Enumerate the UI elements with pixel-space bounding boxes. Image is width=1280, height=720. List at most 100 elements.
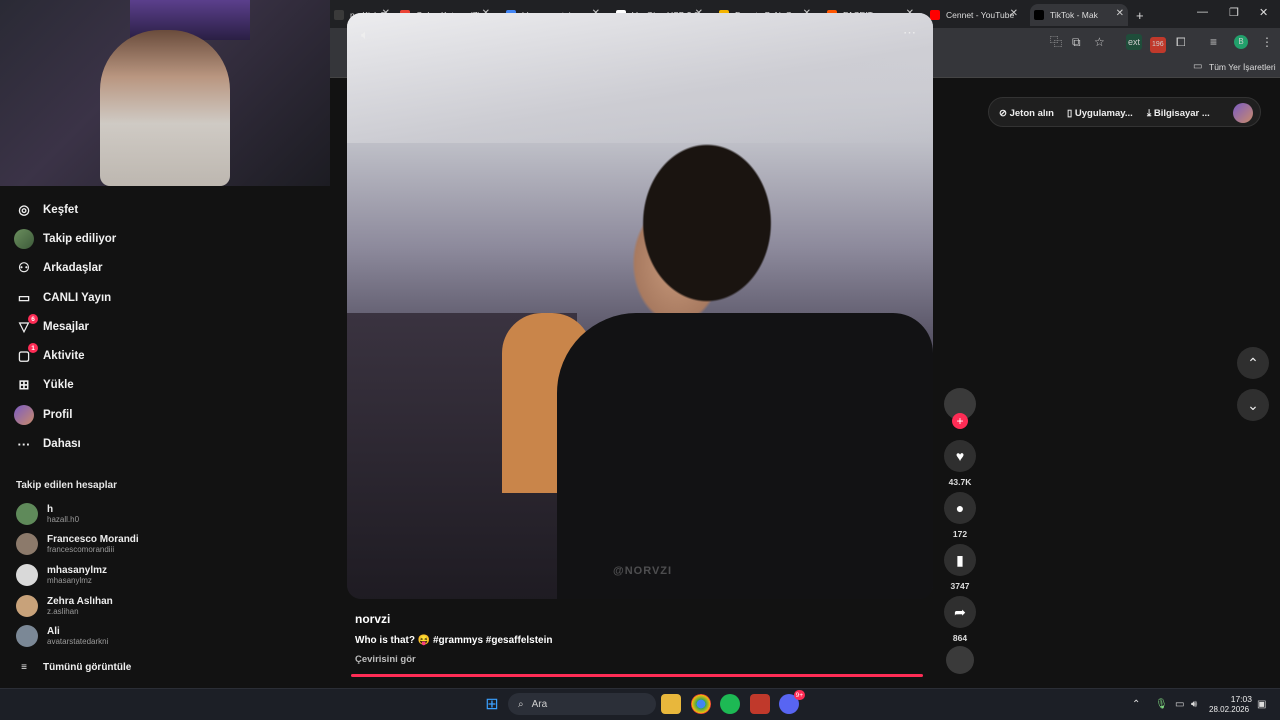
messages-icon: ▽ 6: [16, 314, 38, 335]
heart-icon: ♥: [955, 448, 965, 464]
follow-plus-button[interactable]: +: [952, 413, 968, 429]
account-handle: francescomorandiii: [47, 544, 115, 554]
video-ceiling: [347, 13, 933, 143]
like-button[interactable]: ♥: [944, 440, 976, 472]
notification-icon[interactable]: ▣: [1257, 699, 1266, 710]
share-button[interactable]: ➦: [944, 596, 976, 628]
account-name: h: [47, 503, 54, 515]
previous-video-button[interactable]: ⌃: [1237, 347, 1269, 379]
following-account[interactable]: h hazall.h0: [16, 501, 79, 527]
speaker-icon[interactable]: 🔊︎: [1191, 699, 1197, 710]
profile-avatar[interactable]: B: [1234, 35, 1248, 49]
sidebar-item-label: Aktivite: [43, 350, 85, 362]
account-handle: hazall.h0: [47, 514, 80, 524]
video-player[interactable]: 🔈︎ ⋯ @NORVZI: [347, 13, 933, 599]
minimize-icon[interactable]: —: [1197, 6, 1208, 18]
sidebar-item-9[interactable]: ··· Dahası: [16, 434, 81, 454]
sidebar-item-8[interactable]: Profil: [14, 405, 72, 425]
download-icon: ⤓: [1147, 108, 1152, 119]
user-avatar[interactable]: [1233, 103, 1253, 123]
following-account[interactable]: Francesco Morandi francescomorandiii: [16, 531, 139, 557]
video-more-icon[interactable]: ⋯: [903, 25, 916, 41]
video-progress-bar[interactable]: [351, 674, 924, 677]
file-explorer-icon[interactable]: [661, 694, 681, 714]
video-author[interactable]: norvzi: [355, 612, 390, 626]
account-name: Zehra Aslıhan: [47, 595, 113, 607]
cast-icon[interactable]: ⧉: [1072, 34, 1081, 50]
coins-button[interactable]: ⊘ Jeton alın: [999, 108, 1054, 119]
video-watermark: @NORVZI: [613, 565, 673, 577]
account-avatar: [16, 595, 38, 617]
sidebar-item-6[interactable]: ▢ 1 Aktivite: [16, 343, 85, 366]
get-app-button[interactable]: ▯ Uygulamay...: [1067, 108, 1133, 119]
bookmark-star-icon[interactable]: ☆: [1094, 34, 1105, 50]
comment-button[interactable]: ●: [944, 492, 976, 524]
sidebar-item-4[interactable]: ▭ CANLI Yayın: [16, 288, 111, 308]
menu-kebab-icon[interactable]: ⋮: [1261, 34, 1273, 50]
save-button[interactable]: ▮: [944, 544, 976, 576]
voicemeeter-icon[interactable]: [750, 694, 770, 714]
account-handle: z.aslihan: [47, 606, 79, 616]
maximize-icon[interactable]: ❐: [1229, 6, 1239, 19]
chrome-icon[interactable]: [691, 694, 711, 714]
tab-close-icon[interactable]: ✕: [1010, 8, 1018, 19]
volume-icon[interactable]: 🔈︎: [361, 27, 369, 43]
extension-icon[interactable]: ext: [1126, 34, 1143, 50]
network-icon[interactable]: ▭: [1175, 699, 1184, 710]
sidebar-item-5[interactable]: ▽ 6 Mesajlar: [16, 314, 89, 337]
tab-favicon-icon: [334, 10, 344, 20]
see-all-following-link[interactable]: ≡ Tümünü görüntüle: [16, 657, 131, 677]
following-account[interactable]: Zehra Aslıhan z.aslihan: [16, 593, 113, 619]
taskbar-search[interactable]: ⌕ Ara: [508, 693, 656, 715]
sidebar-item-1[interactable]: ◎ Keşfet: [16, 200, 78, 220]
following-account[interactable]: mhasanylmz mhasanylmz: [16, 562, 107, 588]
close-window-icon[interactable]: ✕: [1259, 6, 1268, 19]
translate-link[interactable]: Çevirisini gör: [355, 654, 416, 665]
sidebar-item-label: Arkadaşlar: [43, 262, 103, 274]
icon-glyph: ⊞: [18, 377, 30, 392]
tab-7[interactable]: Cennet - YouTube ✕: [926, 4, 1022, 26]
webcam-overlay: [0, 0, 330, 186]
tray-chevron-icon[interactable]: ⌃: [1132, 699, 1140, 710]
account-avatar: [16, 564, 38, 586]
sidebar-item-7[interactable]: ⊞ Yükle: [16, 375, 74, 395]
tab-8[interactable]: TikTok - Mak ✕: [1030, 4, 1128, 26]
sidebar-item-label: Dahası: [43, 438, 81, 450]
microphone-icon[interactable]: 🎙︎: [1155, 699, 1168, 710]
tab-label: Cennet - YouTube: [946, 10, 1015, 20]
upload-icon: ⊞: [16, 377, 32, 393]
desktop-app-button[interactable]: ⤓ Bilgisayar ...: [1147, 108, 1210, 119]
share-count: 864: [952, 633, 968, 643]
translate-icon[interactable]: ⿻: [1050, 34, 1062, 50]
icon-glyph: ⚇: [18, 260, 30, 275]
clock-time[interactable]: 17:03: [1226, 694, 1252, 704]
sound-disc-icon[interactable]: [946, 646, 974, 674]
folder-icon: ▭: [1193, 61, 1203, 72]
discord-icon[interactable]: 9+: [779, 690, 805, 714]
account-name: Francesco Morandi: [47, 533, 139, 545]
extension-badge-icon[interactable]: 196: [1150, 37, 1166, 53]
account-avatar: [16, 533, 38, 555]
account-handle: avatarstatedarkni: [47, 636, 109, 646]
list-icon: ≡: [21, 661, 27, 673]
tab-close-icon[interactable]: ✕: [1116, 8, 1124, 19]
all-bookmarks-link[interactable]: Tüm Yer İşaretleri: [1209, 62, 1276, 72]
windows-start-icon[interactable]: ⊞: [482, 694, 502, 714]
next-video-button[interactable]: ⌄: [1237, 389, 1269, 421]
following-avatar: [14, 229, 34, 249]
desktop-app-label: Bilgisayar ...: [1153, 108, 1210, 119]
sidebar-item-3[interactable]: ⚇ Arkadaşlar: [16, 258, 102, 278]
sidebar-item-2[interactable]: Takip ediliyor: [14, 229, 116, 249]
compass-icon: ◎: [16, 202, 32, 218]
icon-glyph: ◎: [18, 202, 30, 217]
like-count: 43.7K: [948, 477, 972, 487]
video-jacket: [557, 313, 933, 599]
more-icon: ···: [16, 436, 32, 452]
spotify-icon[interactable]: [720, 694, 740, 714]
tab-favicon-icon: [1034, 10, 1044, 20]
following-account[interactable]: Ali avatarstatedarkni: [16, 623, 108, 649]
media-control-icon[interactable]: ≡: [1210, 34, 1217, 50]
clock-date[interactable]: 28.02.2026: [1209, 705, 1249, 714]
new-tab-button[interactable]: +: [1136, 4, 1144, 26]
puzzle-icon[interactable]: ⧠: [1176, 34, 1186, 50]
